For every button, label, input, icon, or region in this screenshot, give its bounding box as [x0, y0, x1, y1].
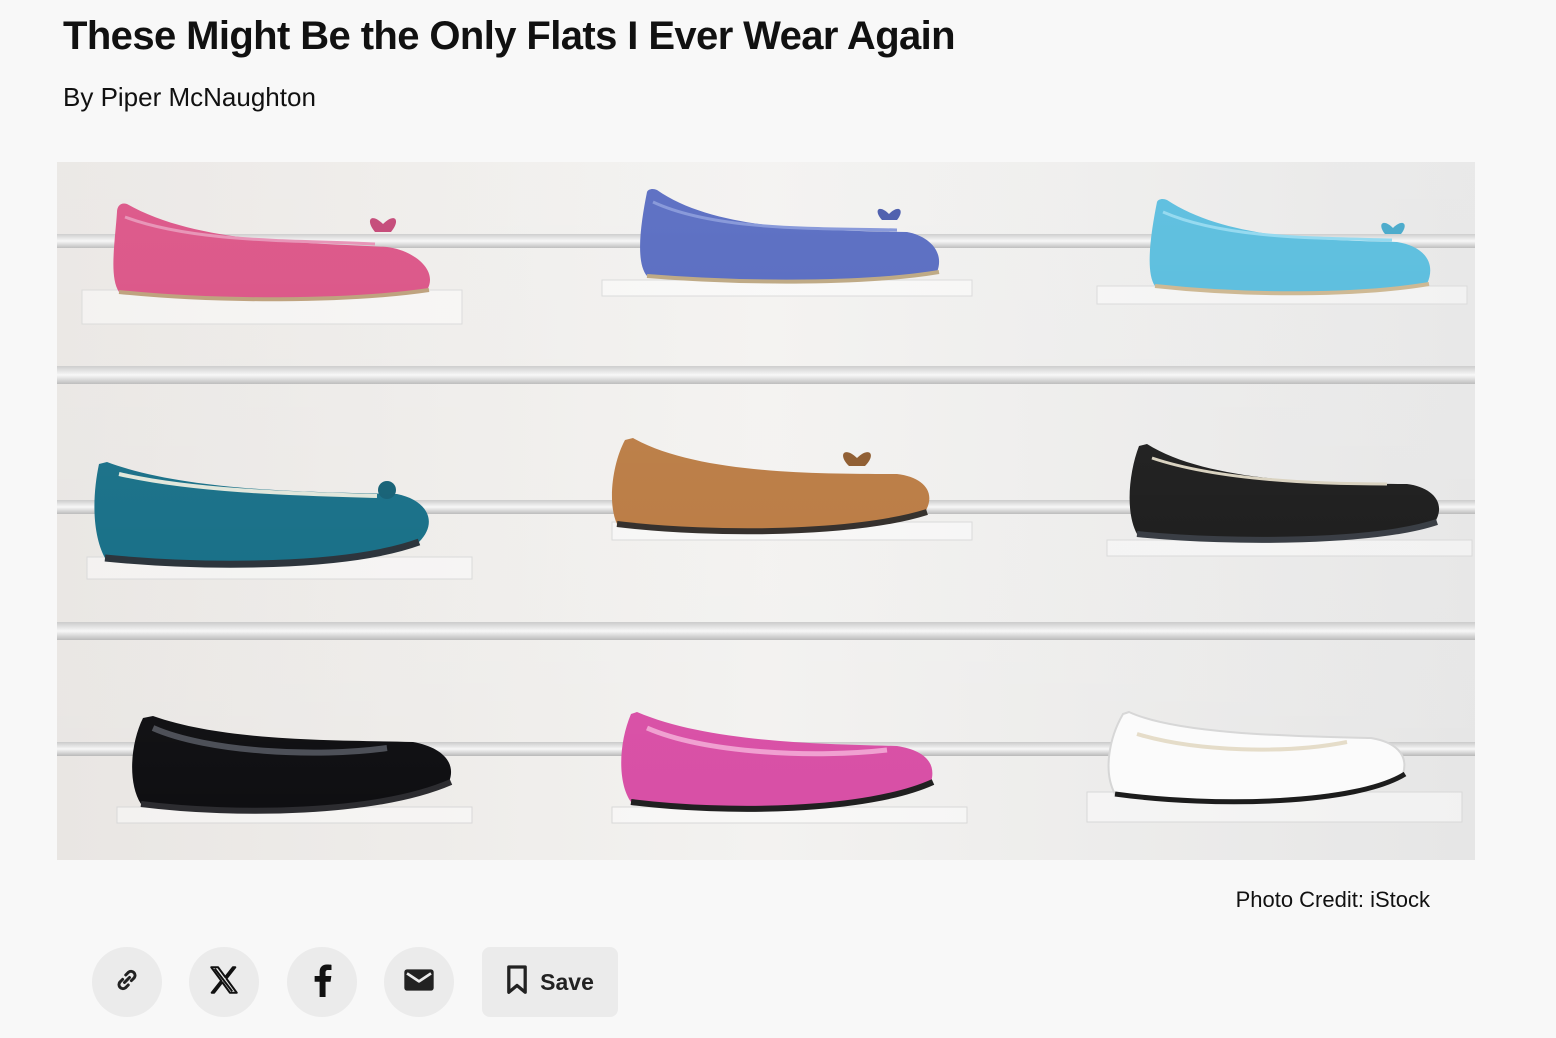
photo-credit: Photo Credit: iStock — [1235, 887, 1430, 912]
hero-image — [57, 162, 1475, 860]
bookmark-icon — [506, 964, 528, 1000]
copy-link-button[interactable] — [92, 947, 162, 1017]
link-icon — [112, 965, 142, 1000]
facebook-icon — [308, 963, 336, 1002]
email-icon — [403, 967, 435, 998]
x-icon — [207, 963, 241, 1002]
save-button[interactable]: Save — [482, 947, 618, 1017]
save-label: Save — [540, 968, 594, 995]
article-byline: By Piper McNaughton — [63, 82, 316, 112]
share-facebook-button[interactable] — [287, 947, 357, 1017]
share-x-button[interactable] — [189, 947, 259, 1017]
article-title: These Might Be the Only Flats I Ever Wea… — [63, 14, 956, 58]
share-email-button[interactable] — [384, 947, 454, 1017]
